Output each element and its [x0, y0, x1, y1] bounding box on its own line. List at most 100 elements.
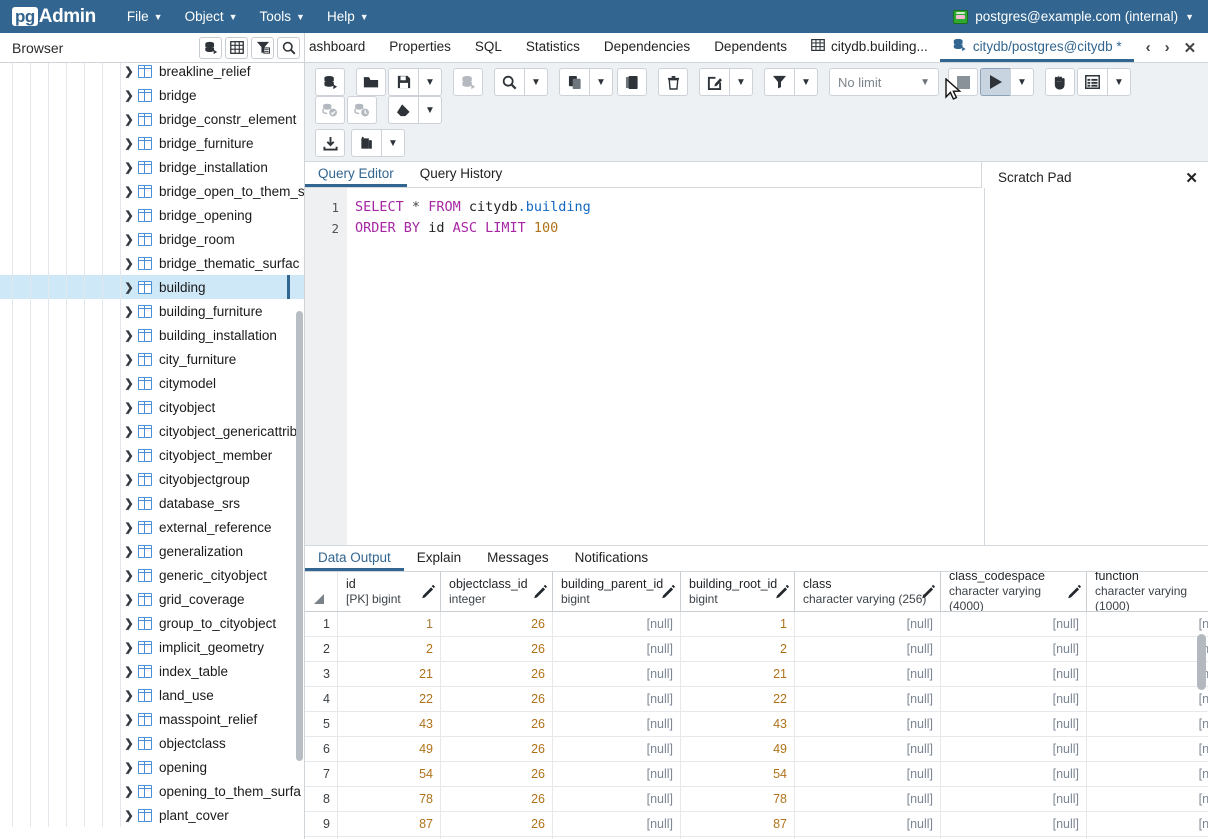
clear-options-icon[interactable]: ▼ — [418, 96, 442, 124]
row-limit-select[interactable]: No limit ▼ — [829, 68, 939, 96]
tree-scrollbar[interactable] — [296, 311, 303, 761]
tab-next-button[interactable]: › — [1165, 39, 1170, 56]
menu-help[interactable]: Help ▼ — [318, 5, 378, 28]
chevron-right-icon[interactable]: ❯ — [120, 113, 138, 126]
grid-cell-function[interactable]: [null] — [1087, 812, 1208, 836]
chevron-right-icon[interactable]: ❯ — [120, 713, 138, 726]
tree-item-group_to_cityobject[interactable]: ❯ group_to_cityobject — [0, 611, 304, 635]
grid-column-header-class_codespace[interactable]: class_codespace character varying (4000) — [941, 572, 1087, 612]
grid-cell-objectclass_id[interactable]: 26 — [441, 687, 553, 712]
tree-item-implicit_geometry[interactable]: ❯ implicit_geometry — [0, 635, 304, 659]
tree-item-plant_cover[interactable]: ❯ plant_cover — [0, 803, 304, 827]
row-number[interactable]: 6 — [305, 737, 338, 762]
grid-cell-id[interactable]: 22 — [338, 687, 441, 712]
chevron-right-icon[interactable]: ❯ — [120, 353, 138, 366]
grid-cell-building_parent_id[interactable]: [null] — [553, 762, 681, 787]
chevron-right-icon[interactable]: ❯ — [120, 305, 138, 318]
grid-cell-class[interactable]: [null] — [795, 737, 941, 762]
chevron-right-icon[interactable]: ❯ — [120, 329, 138, 342]
grid-cell-class[interactable]: [null] — [795, 637, 941, 662]
grid-cell-class_codespace[interactable]: [null] — [941, 812, 1087, 837]
grid-column-header-function[interactable]: function character varying (1000) — [1087, 572, 1208, 611]
row-number[interactable]: 4 — [305, 687, 338, 712]
execute-refresh-icon[interactable] — [980, 68, 1010, 96]
search-dropdown-icon[interactable]: ▼ — [524, 68, 548, 96]
grid-cell-building_root_id[interactable]: 22 — [681, 687, 795, 712]
grid-scrollbar[interactable] — [1197, 634, 1206, 691]
menu-object[interactable]: Object ▼ — [176, 5, 247, 28]
grid-cell-building_root_id[interactable]: 78 — [681, 787, 795, 812]
row-number[interactable]: 2 — [305, 637, 338, 662]
chevron-right-icon[interactable]: ❯ — [120, 281, 138, 294]
grid-cell-function[interactable]: [null] — [1087, 787, 1208, 811]
execute-options-icon[interactable]: ▼ — [1010, 68, 1034, 96]
tab-citydb-building[interactable]: citydb.building... — [799, 33, 940, 62]
table-row[interactable]: 32126[null]21[null][null][null][n — [305, 662, 1208, 688]
tree-item-building_installation[interactable]: ❯ building_installation — [0, 323, 304, 347]
row-number[interactable]: 3 — [305, 662, 338, 687]
macros-icon[interactable] — [1045, 68, 1075, 96]
grid-cell-objectclass_id[interactable]: 26 — [441, 787, 553, 812]
tree-item-bridge_room[interactable]: ❯ bridge_room — [0, 227, 304, 251]
grid-cell-class[interactable]: [null] — [795, 787, 941, 812]
chevron-right-icon[interactable]: ❯ — [120, 137, 138, 150]
filter-icon[interactable] — [764, 68, 794, 96]
grid-cell-objectclass_id[interactable]: 26 — [441, 737, 553, 762]
grid-cell-building_root_id[interactable]: 21 — [681, 662, 795, 687]
menu-tools[interactable]: Tools ▼ — [251, 5, 314, 28]
tab-dashboard[interactable]: ashboard — [305, 33, 377, 62]
tree-item-breakline_relief[interactable]: ❯ breakline_relief — [0, 63, 304, 83]
edit-icon[interactable] — [699, 68, 729, 96]
add-server-icon[interactable] — [199, 36, 222, 59]
tree-item-bridge_furniture[interactable]: ❯ bridge_furniture — [0, 131, 304, 155]
grid-cell-class[interactable]: [null] — [795, 812, 941, 837]
tree-item-building_furniture[interactable]: ❯ building_furniture — [0, 299, 304, 323]
grid-cell-class_codespace[interactable]: [null] — [941, 712, 1087, 737]
chevron-right-icon[interactable]: ❯ — [120, 521, 138, 534]
tree-item-bridge_constr_element[interactable]: ❯ bridge_constr_element — [0, 107, 304, 131]
grid-column-header-class[interactable]: class character varying (256) — [795, 572, 941, 612]
edit-dropdown-icon[interactable]: ▼ — [729, 68, 753, 96]
tab-dependencies[interactable]: Dependencies — [592, 33, 702, 62]
save-file-dropdown-icon[interactable]: ▼ — [418, 68, 442, 96]
tree-item-bridge_open_to_them_s[interactable]: ❯ bridge_open_to_them_s — [0, 179, 304, 203]
table-row[interactable]: 87826[null]78[null][null][null][n — [305, 787, 1208, 813]
grid-column-header-id[interactable]: id [PK] bigint — [338, 572, 441, 612]
chevron-right-icon[interactable]: ❯ — [120, 617, 138, 630]
tree-item-masspoint_relief[interactable]: ❯ masspoint_relief — [0, 707, 304, 731]
chevron-right-icon[interactable]: ❯ — [120, 185, 138, 198]
grid-cell-class_codespace[interactable]: [null] — [941, 637, 1087, 662]
grid-cell-class_codespace[interactable]: [null] — [941, 787, 1087, 812]
tree-item-bridge[interactable]: ❯ bridge — [0, 83, 304, 107]
grid-cell-class_codespace[interactable]: [null] — [941, 662, 1087, 687]
chevron-right-icon[interactable]: ❯ — [120, 785, 138, 798]
search-icon[interactable] — [277, 36, 300, 59]
tree-item-building[interactable]: ❯ building — [0, 275, 304, 299]
menu-file[interactable]: File ▼ — [118, 5, 172, 28]
tab-notifications[interactable]: Notifications — [562, 546, 662, 571]
grid-cell-building_parent_id[interactable]: [null] — [553, 637, 681, 662]
grid-cell-building_root_id[interactable]: 49 — [681, 737, 795, 762]
filter-tree-icon[interactable] — [251, 36, 274, 59]
chevron-right-icon[interactable]: ❯ — [120, 257, 138, 270]
tree-item-database_srs[interactable]: ❯ database_srs — [0, 491, 304, 515]
chevron-right-icon[interactable]: ❯ — [120, 401, 138, 414]
table-row[interactable]: 64926[null]49[null][null][null][n — [305, 737, 1208, 763]
tree-item-bridge_installation[interactable]: ❯ bridge_installation — [0, 155, 304, 179]
tree-item-cityobject_genericattrib[interactable]: ❯ cityobject_genericattrib — [0, 419, 304, 443]
tab-explain[interactable]: Explain — [404, 546, 474, 571]
chevron-right-icon[interactable]: ❯ — [120, 449, 138, 462]
chevron-right-icon[interactable]: ❯ — [120, 209, 138, 222]
explain-icon[interactable] — [1077, 68, 1107, 96]
copy-icon[interactable] — [559, 68, 589, 96]
search-icon[interactable] — [494, 68, 524, 96]
open-file-icon[interactable] — [356, 68, 386, 96]
tree-item-opening[interactable]: ❯ opening — [0, 755, 304, 779]
grid-cell-building_root_id[interactable]: 54 — [681, 762, 795, 787]
grid-cell-class[interactable]: [null] — [795, 612, 941, 637]
tree-item-generic_cityobject[interactable]: ❯ generic_cityobject — [0, 563, 304, 587]
grid-column-header-objectclass_id[interactable]: objectclass_id integer — [441, 572, 553, 612]
grid-cell-objectclass_id[interactable]: 26 — [441, 712, 553, 737]
tree-item-external_reference[interactable]: ❯ external_reference — [0, 515, 304, 539]
grid-cell-building_root_id[interactable]: 87 — [681, 812, 795, 837]
